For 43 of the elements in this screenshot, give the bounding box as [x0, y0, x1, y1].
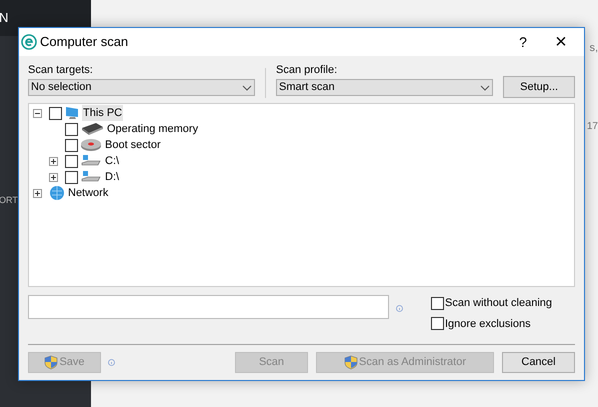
- shield-icon: [344, 355, 358, 370]
- version-text: 17: [586, 120, 598, 134]
- checkbox-label: Scan without cleaning: [445, 296, 552, 311]
- setup-button[interactable]: Setup...: [503, 76, 575, 98]
- field-label: Scan targets:: [28, 63, 94, 77]
- app-logo-icon: [21, 34, 37, 50]
- disk-icon: [80, 138, 102, 152]
- help-button[interactable]: ?: [508, 29, 538, 55]
- expand-icon[interactable]: [49, 172, 58, 182]
- memory-chip-icon: [80, 122, 104, 136]
- checkbox[interactable]: [65, 170, 78, 184]
- chevron-down-icon: [480, 84, 490, 90]
- drive-icon: [80, 154, 102, 168]
- tree-item[interactable]: C:\: [104, 152, 120, 170]
- expand-icon[interactable]: [33, 188, 42, 198]
- tree-item[interactable]: Operating memory: [106, 120, 200, 138]
- scan-targets-dropdown[interactable]: No selection: [28, 79, 256, 96]
- checkbox-label: Ignore exclusions: [445, 316, 531, 332]
- tree-item[interactable]: This PC: [82, 104, 124, 122]
- expand-icon[interactable]: [49, 156, 58, 166]
- description-text: s,: [589, 41, 598, 56]
- shield-icon: [44, 355, 58, 370]
- monitor-icon: [64, 106, 80, 120]
- checkbox[interactable]: [65, 138, 78, 152]
- tree-item[interactable]: Network: [67, 184, 110, 202]
- drive-icon: [80, 170, 102, 184]
- checkbox[interactable]: [431, 296, 444, 310]
- globe-icon: [49, 185, 65, 201]
- sidebar-title: N: [0, 9, 8, 28]
- scan-profile-dropdown[interactable]: Smart scan: [276, 79, 494, 96]
- checkbox[interactable]: [49, 106, 62, 120]
- dialog-button[interactable]: Cancel: [502, 352, 575, 373]
- checkbox[interactable]: [431, 317, 444, 330]
- collapse-icon[interactable]: [33, 108, 42, 118]
- checkbox[interactable]: [65, 154, 78, 168]
- window-title: Computer scan: [40, 33, 128, 52]
- tree-item[interactable]: D:\: [104, 168, 120, 186]
- tree-item[interactable]: Boot sector: [104, 136, 162, 154]
- checkbox[interactable]: [65, 122, 78, 136]
- path-input-field[interactable]: [28, 295, 389, 319]
- close-button[interactable]: ×: [538, 29, 584, 55]
- chevron-down-icon: [242, 84, 252, 90]
- field-label: Scan profile:: [276, 63, 338, 77]
